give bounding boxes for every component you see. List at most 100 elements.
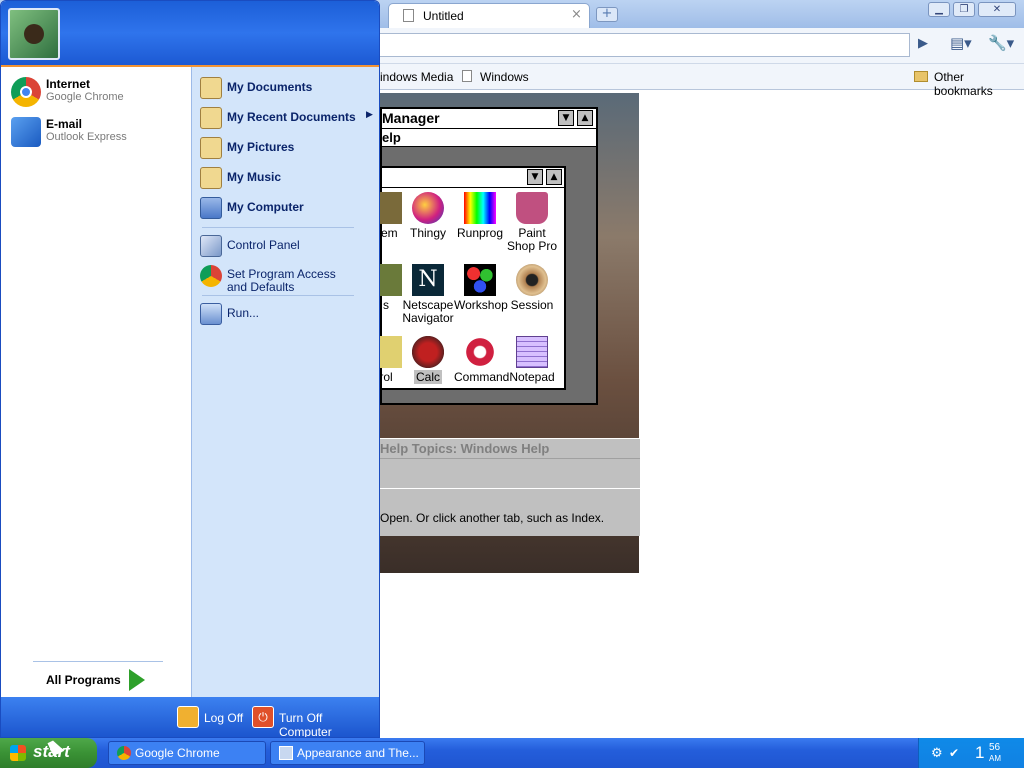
tab-close-icon[interactable]: × bbox=[571, 7, 582, 22]
all-programs-button[interactable]: All Programs bbox=[45, 667, 155, 693]
runprog-icon[interactable]: Runprog bbox=[454, 192, 506, 240]
log-off-label: Log Off bbox=[204, 711, 244, 725]
chrome-icon bbox=[11, 77, 41, 107]
green-arrow-icon bbox=[129, 669, 145, 691]
notepad-icon[interactable]: Notepad bbox=[506, 336, 558, 384]
go-icon[interactable]: ▶ bbox=[918, 36, 928, 51]
page-menu-icon[interactable]: ▤▾ bbox=[950, 34, 972, 52]
system-tray: ⚙ ✔ 1 56 AM bbox=[918, 738, 1024, 768]
new-tab-button[interactable]: + bbox=[596, 7, 618, 22]
pictures-folder-icon bbox=[200, 137, 222, 159]
help-toolbar bbox=[380, 458, 640, 488]
pinned-internet-sub: Google Chrome bbox=[46, 91, 124, 103]
minimize-button[interactable]: ▁ bbox=[928, 2, 950, 17]
my-pictures[interactable]: My Pictures bbox=[198, 135, 376, 161]
minimize-arrow-icon[interactable]: ▼ bbox=[527, 169, 543, 185]
task-label: Google Chrome bbox=[135, 746, 220, 760]
turn-off-label: Turn Off Computer bbox=[279, 711, 332, 738]
start-menu-left-pane: Internet Google Chrome E-mail Outlook Ex… bbox=[1, 67, 191, 697]
netscape-navigator-icon[interactable]: N Netscape Navigator bbox=[402, 264, 454, 325]
calc-icon[interactable]: Calc bbox=[402, 336, 454, 384]
pinned-email[interactable]: E-mail Outlook Express bbox=[9, 115, 189, 153]
session-icon[interactable]: Session bbox=[506, 264, 558, 312]
recent-documents-icon bbox=[200, 107, 222, 129]
help-title: Help Topics: Windows Help bbox=[380, 438, 640, 458]
my-computer-label: My Computer bbox=[227, 200, 304, 214]
clock-hour: 1 bbox=[975, 743, 985, 762]
window-icon bbox=[279, 746, 293, 760]
other-bookmarks[interactable]: Other bookmarks bbox=[934, 70, 1024, 98]
task-google-chrome[interactable]: Google Chrome bbox=[108, 741, 266, 765]
start-menu-right-pane: My Documents My Recent Documents ▶ My Pic… bbox=[191, 67, 379, 697]
minimize-arrow-icon[interactable]: ▼ bbox=[558, 110, 574, 126]
bookmark-windows[interactable]: Windows bbox=[480, 70, 529, 84]
control-panel[interactable]: Control Panel bbox=[198, 233, 376, 259]
workshop-icon[interactable]: Workshop bbox=[454, 264, 508, 312]
restore-button[interactable]: ❐ bbox=[953, 2, 975, 17]
my-pictures-label: My Pictures bbox=[227, 140, 295, 154]
submenu-arrow-icon: ▶ bbox=[366, 110, 373, 120]
progman-menu[interactable]: elp bbox=[382, 129, 596, 147]
key-icon bbox=[177, 706, 199, 728]
clock-ampm: AM bbox=[989, 754, 1001, 763]
network-icon[interactable]: ⚙ bbox=[931, 746, 943, 761]
music-folder-icon bbox=[200, 167, 222, 189]
start-menu-header bbox=[1, 1, 379, 67]
my-recent-documents-label: My Recent Documents bbox=[227, 110, 356, 124]
folder-icon bbox=[914, 71, 928, 82]
wrench-icon[interactable]: 🔧▾ bbox=[988, 34, 1014, 52]
control-panel-icon bbox=[200, 235, 222, 257]
run-label: Run... bbox=[227, 306, 260, 320]
log-off-button[interactable]: Log Off bbox=[177, 705, 247, 731]
my-computer[interactable]: My Computer bbox=[198, 195, 376, 221]
bookmark-windows-media[interactable]: indows Media bbox=[380, 70, 453, 84]
start-menu-footer: Log Off ⏻ Turn Off Computer bbox=[1, 697, 379, 737]
maximize-arrow-icon[interactable]: ▲ bbox=[577, 110, 593, 126]
pinned-email-sub: Outlook Express bbox=[46, 131, 127, 143]
windows-logo-icon bbox=[10, 745, 26, 761]
pinned-internet-name: Internet bbox=[46, 77, 91, 91]
my-documents-label: My Documents bbox=[227, 80, 313, 94]
task-label: Appearance and The... bbox=[297, 746, 419, 760]
thingy-icon[interactable]: Thingy bbox=[402, 192, 454, 240]
set-program-access[interactable]: Set Program Access and Defaults bbox=[198, 263, 376, 295]
safely-remove-icon[interactable]: ✔ bbox=[949, 746, 959, 760]
my-documents[interactable]: My Documents bbox=[198, 75, 376, 101]
my-music[interactable]: My Music bbox=[198, 165, 376, 191]
divider bbox=[33, 661, 163, 662]
omnibox[interactable] bbox=[378, 33, 910, 57]
maximize-arrow-icon[interactable]: ▲ bbox=[546, 169, 562, 185]
control-panel-label: Control Panel bbox=[227, 238, 300, 252]
task-appearance[interactable]: Appearance and The... bbox=[270, 741, 425, 765]
set-program-access-label: Set Program Access and Defaults bbox=[227, 267, 336, 294]
divider bbox=[202, 295, 354, 296]
run-icon bbox=[200, 303, 222, 325]
help-topics-window: Help Topics: Windows Help Open. Or click… bbox=[380, 438, 640, 536]
help-text: Open. Or click another tab, such as Inde… bbox=[380, 511, 605, 525]
help-body: Open. Or click another tab, such as Inde… bbox=[380, 488, 640, 536]
my-music-label: My Music bbox=[227, 170, 282, 184]
page-icon bbox=[462, 70, 472, 82]
run[interactable]: Run... bbox=[198, 301, 376, 327]
power-icon: ⏻ bbox=[252, 706, 274, 728]
turn-off-button[interactable]: ⏻ Turn Off Computer bbox=[252, 705, 376, 737]
page-icon bbox=[403, 9, 414, 22]
divider bbox=[202, 227, 354, 228]
tab-untitled[interactable]: Untitled × bbox=[388, 3, 590, 28]
outlook-express-icon bbox=[11, 117, 41, 147]
computer-icon bbox=[200, 197, 222, 219]
chrome-icon bbox=[117, 746, 131, 760]
pinned-email-name: E-mail bbox=[46, 117, 83, 131]
documents-folder-icon bbox=[200, 77, 222, 99]
paint-shop-pro-icon[interactable]: Paint Shop Pro bbox=[506, 192, 558, 253]
pinned-internet[interactable]: Internet Google Chrome bbox=[9, 75, 189, 113]
start-menu: Internet Google Chrome E-mail Outlook Ex… bbox=[0, 0, 380, 738]
command-icon[interactable]: Command bbox=[454, 336, 509, 384]
close-button[interactable]: ✕ bbox=[978, 2, 1016, 17]
tab-title: Untitled bbox=[423, 9, 464, 23]
clock-minute: 56 bbox=[989, 742, 1001, 753]
user-avatar bbox=[8, 8, 60, 60]
all-programs-label: All Programs bbox=[46, 673, 121, 687]
program-group-window: ▼ ▲ hem Thingy Runprog Paint Shop Pro s … bbox=[370, 166, 566, 390]
my-recent-documents[interactable]: My Recent Documents ▶ bbox=[198, 105, 376, 131]
